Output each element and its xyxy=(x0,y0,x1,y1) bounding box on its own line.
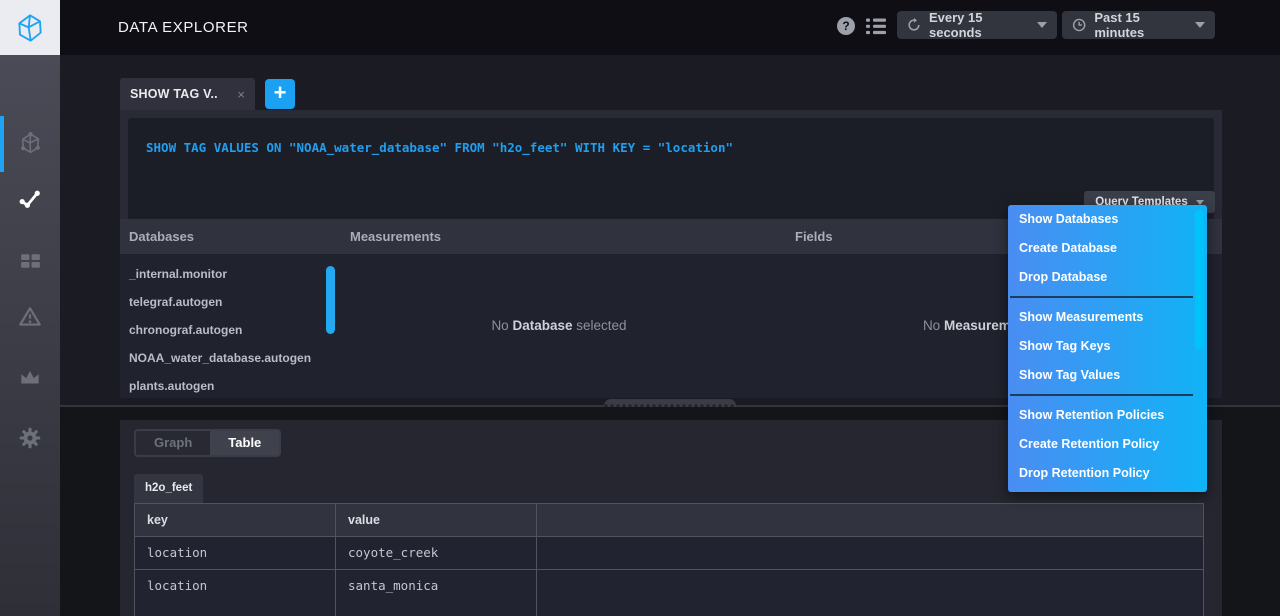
sidebar-item-admin[interactable] xyxy=(0,355,60,399)
autorefresh-dropdown[interactable]: Every 15 seconds xyxy=(897,11,1057,39)
timerange-label: Past 15 minutes xyxy=(1094,10,1183,40)
results-table-header-row: key value xyxy=(135,504,1203,537)
settings-gear-icon xyxy=(17,425,43,451)
graph-table-toggle: Graph Table xyxy=(134,429,281,457)
no-database-message: No Database selected xyxy=(332,316,786,336)
dashboards-grid-icon xyxy=(18,248,43,273)
database-list-item[interactable]: NOAA_water_database.autogen xyxy=(120,344,332,372)
query-tab-label: SHOW TAG V.. xyxy=(130,87,218,101)
header-cell-empty xyxy=(537,504,1203,536)
help-icon[interactable]: ? xyxy=(837,17,855,35)
series-tab-h2o-feet[interactable]: h2o_feet xyxy=(134,474,203,503)
query-tab[interactable]: SHOW TAG V.. × xyxy=(120,78,255,110)
database-list-item[interactable]: chronograf.autogen xyxy=(120,316,332,344)
sidebar-item-settings[interactable] xyxy=(0,416,60,460)
column-header-measurements: Measurements xyxy=(350,219,441,254)
sidebar-item-dashboards[interactable] xyxy=(0,238,60,282)
database-list-item[interactable]: telegraf.autogen xyxy=(120,288,332,316)
menu-divider xyxy=(1010,394,1193,396)
cell-key: location xyxy=(135,570,336,603)
alerts-triangle-icon xyxy=(17,304,43,330)
cell-key: location xyxy=(135,537,336,569)
cell-empty xyxy=(537,570,1203,603)
menu-item[interactable]: Drop Retention Policy xyxy=(1008,459,1207,488)
clock-icon xyxy=(1072,17,1086,33)
database-list-item[interactable]: _internal.monitor xyxy=(120,260,332,288)
chronograf-data-explorer-screen: DATA EXPLORER ? Every 15 seconds Past 15… xyxy=(0,0,1280,616)
query-text[interactable]: SHOW TAG VALUES ON "NOAA_water_database"… xyxy=(146,140,733,155)
menu-item[interactable]: Show Databases xyxy=(1008,205,1207,234)
cell-value: coyote_creek xyxy=(336,537,537,569)
menu-item[interactable]: Drop Database xyxy=(1008,263,1207,292)
database-list: _internal.monitortelegraf.autogenchronog… xyxy=(120,254,332,398)
autorefresh-label: Every 15 seconds xyxy=(929,10,1025,40)
menu-item[interactable]: Show Measurements xyxy=(1008,303,1207,332)
sidebar-item-hosts[interactable] xyxy=(0,121,60,165)
toggle-graph-option[interactable]: Graph xyxy=(136,431,210,455)
page-title: DATA EXPLORER xyxy=(118,0,249,55)
data-explorer-pulse-icon xyxy=(18,187,43,212)
close-icon[interactable]: × xyxy=(237,87,245,102)
menu-item[interactable]: Show Tag Keys xyxy=(1008,332,1207,361)
menu-divider xyxy=(1010,296,1193,298)
table-row: location coyote_creek xyxy=(135,537,1203,570)
menu-scrollbar-thumb[interactable] xyxy=(1195,210,1204,350)
menu-group-databases: Show DatabasesCreate DatabaseDrop Databa… xyxy=(1008,205,1207,292)
menu-item[interactable]: Create Retention Policy xyxy=(1008,430,1207,459)
chevron-down-icon xyxy=(1037,22,1047,28)
query-templates-menu: Show DatabasesCreate DatabaseDrop Databa… xyxy=(1008,205,1207,492)
database-list-item[interactable]: plants.autogen xyxy=(120,372,332,398)
cell-empty xyxy=(537,537,1203,569)
annotations-list-icon[interactable] xyxy=(866,18,886,35)
menu-group-measurements: Show MeasurementsShow Tag KeysShow Tag V… xyxy=(1008,303,1207,390)
app-logo[interactable] xyxy=(0,0,60,55)
cell-value: santa_monica xyxy=(336,570,537,603)
results-table-body: location coyote_creek location santa_mon… xyxy=(135,537,1203,603)
admin-crown-icon xyxy=(17,364,43,390)
header-cell-value: value xyxy=(336,504,537,536)
menu-group-retention: Show Retention PoliciesCreate Retention … xyxy=(1008,401,1207,488)
host-cubo-icon xyxy=(18,131,43,156)
refresh-icon xyxy=(907,17,921,33)
header-cell-key: key xyxy=(135,504,336,536)
column-header-databases: Databases xyxy=(129,219,194,254)
nav-sidebar xyxy=(0,55,60,616)
chevron-down-icon xyxy=(1195,22,1205,28)
chronograf-cubo-logo-icon xyxy=(14,12,46,44)
menu-item[interactable]: Show Retention Policies xyxy=(1008,401,1207,430)
sidebar-item-alerts[interactable] xyxy=(0,295,60,339)
menu-item[interactable]: Show Tag Values xyxy=(1008,361,1207,390)
toggle-table-option[interactable]: Table xyxy=(210,431,279,455)
top-bar: DATA EXPLORER ? Every 15 seconds Past 15… xyxy=(0,0,1280,55)
results-table: key value location coyote_creek location… xyxy=(134,503,1204,616)
chevron-down-icon xyxy=(1196,200,1204,205)
column-header-fields: Fields xyxy=(795,219,833,254)
timerange-dropdown[interactable]: Past 15 minutes xyxy=(1062,11,1215,39)
table-row-partial xyxy=(135,603,1203,616)
add-query-button[interactable]: + xyxy=(265,79,295,109)
menu-item[interactable]: Create Database xyxy=(1008,234,1207,263)
table-row: location santa_monica xyxy=(135,570,1203,603)
sidebar-item-data-explorer[interactable] xyxy=(0,177,60,221)
